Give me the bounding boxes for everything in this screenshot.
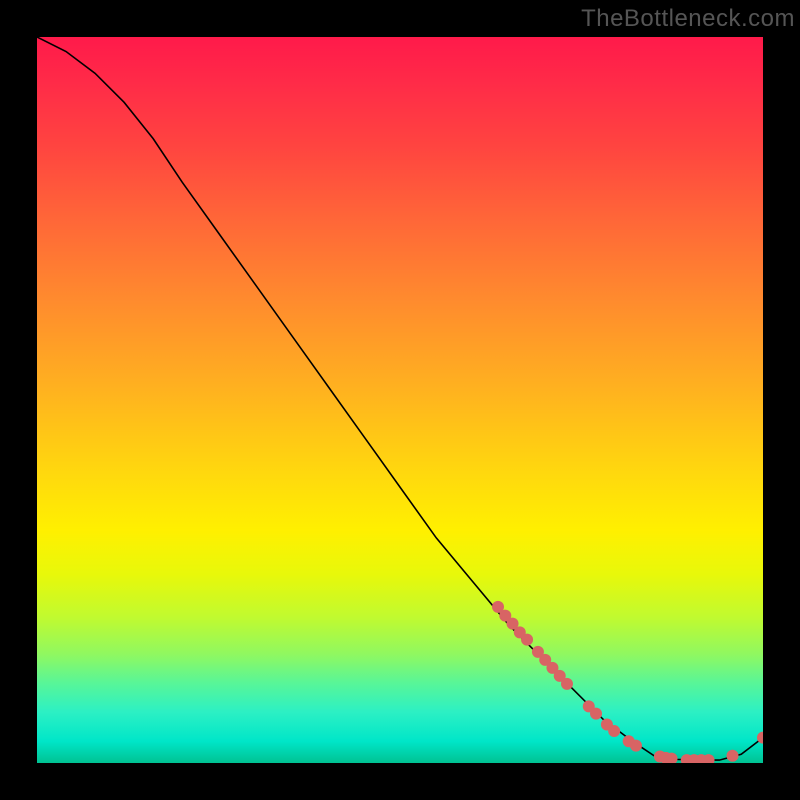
- plot-area: [37, 37, 763, 763]
- watermark-text: TheBottleneck.com: [581, 5, 795, 33]
- data-marker: [561, 678, 573, 690]
- data-marker: [521, 634, 533, 646]
- data-marker: [590, 708, 602, 720]
- chart-svg: [37, 37, 763, 763]
- curve-line: [37, 37, 763, 760]
- data-marker: [727, 750, 739, 762]
- data-marker: [630, 740, 642, 752]
- data-marker: [608, 725, 620, 737]
- markers-group: [492, 601, 763, 763]
